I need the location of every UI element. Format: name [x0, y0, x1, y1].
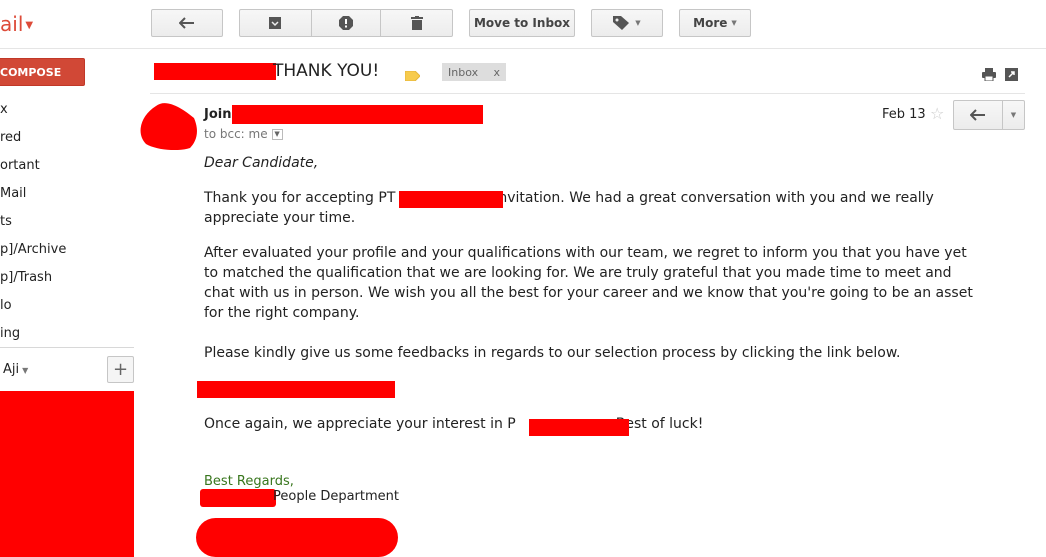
email-subject: THANK YOU!	[273, 61, 380, 81]
recipients-text: to bcc: me	[204, 127, 268, 141]
redacted-sender-email	[232, 105, 483, 124]
redacted-feedback-link[interactable]	[197, 381, 395, 398]
sidebar-divider	[0, 347, 134, 348]
reply-button-group: ▼	[953, 100, 1025, 130]
redacted-signature-company	[200, 489, 276, 507]
body-paragraph-2-line-1: After evaluated your profile and your qu…	[204, 245, 967, 261]
sidebar-item-inbox[interactable]: x	[0, 102, 8, 117]
remove-label-icon[interactable]: x	[493, 66, 500, 79]
closing-regards: Best Regards,	[204, 474, 294, 489]
user-name-label: Aji	[3, 362, 20, 377]
chevron-down-icon: ▼	[25, 20, 34, 31]
sender-name-text: Join	[204, 107, 232, 122]
chevron-down-icon: ▼	[1010, 111, 1017, 119]
more-button[interactable]: More ▼	[679, 9, 751, 37]
body-paragraph-2-line-3: chat with us in person. We wish you all …	[204, 285, 973, 301]
redacted-chat-list	[0, 391, 134, 557]
reply-options-button[interactable]: ▼	[1003, 101, 1024, 129]
star-icon[interactable]: ☆	[930, 104, 944, 123]
top-toolbar: ail ▼ Move to Inbox ▼ More ▼	[0, 0, 1046, 49]
report-spam-button[interactable]	[312, 10, 382, 36]
para4-text-before: Once again, we appreciate your interest …	[204, 416, 516, 432]
add-contact-button[interactable]: +	[107, 356, 134, 383]
redacted-subject-prefix	[154, 63, 276, 80]
para1-text-after: nvitation. We had a great conversation w…	[498, 190, 934, 206]
sender-avatar[interactable]	[138, 102, 198, 154]
sidebar-item-drafts[interactable]: ts	[0, 214, 12, 229]
back-arrow-icon	[179, 17, 194, 29]
body-paragraph-1-line-1: Thank you for accepting PT nvitation. We …	[204, 188, 934, 208]
body-paragraph-2-line-4: for the right company.	[204, 305, 360, 321]
chevron-down-icon: ▼	[22, 366, 29, 375]
para1-text-before: Thank you for accepting PT	[204, 190, 396, 206]
message-date: Feb 13	[882, 107, 926, 122]
sidebar-item-trash[interactable]: p]/Trash	[0, 270, 52, 285]
sidebar-item-todo[interactable]: lo	[0, 298, 12, 313]
important-marker-icon[interactable]	[404, 66, 421, 85]
sidebar-item-pending[interactable]: ing	[0, 326, 20, 341]
redacted-company-name-2	[529, 419, 629, 436]
move-to-inbox-button[interactable]: Move to Inbox	[469, 9, 575, 37]
compose-button[interactable]: COMPOSE	[0, 58, 85, 86]
greeting-line: Dear Candidate,	[204, 155, 319, 171]
redacted-company-name	[399, 191, 503, 208]
sidebar-item-archive[interactable]: p]/Archive	[0, 242, 66, 257]
body-paragraph-3: Please kindly give us some feedbacks in …	[204, 345, 901, 361]
plus-icon: +	[112, 359, 129, 380]
more-label: More	[693, 16, 728, 30]
signature-department: People Department	[273, 489, 399, 504]
inbox-label-chip[interactable]: Inbox x	[442, 63, 506, 81]
archive-icon	[269, 17, 282, 29]
print-icon[interactable]	[982, 66, 996, 85]
hangouts-user[interactable]: Aji ▼	[3, 362, 28, 377]
recipients-line: to bcc: me ▼	[204, 127, 283, 141]
chevron-down-icon: ▼	[731, 19, 737, 27]
reply-arrow-icon	[970, 109, 985, 121]
spam-icon	[339, 16, 353, 30]
sidebar-item-starred[interactable]: red	[0, 130, 21, 145]
archive-button[interactable]	[240, 10, 312, 36]
body-paragraph-1-line-2: appreciate your time.	[204, 210, 356, 226]
action-button-group	[239, 9, 453, 37]
sidebar-item-sent-mail[interactable]: Mail	[0, 186, 26, 201]
delete-button[interactable]	[381, 10, 452, 36]
open-new-window-icon[interactable]	[1005, 66, 1018, 85]
show-details-icon[interactable]: ▼	[271, 128, 283, 140]
label-tag-icon	[613, 16, 630, 30]
subject-divider	[150, 93, 1025, 94]
sender-name[interactable]: Join	[204, 107, 231, 122]
gmail-logo[interactable]: ail ▼	[0, 12, 33, 36]
body-paragraph-2-line-2: to matched the qualification that we are…	[204, 265, 952, 281]
move-to-inbox-label: Move to Inbox	[473, 16, 571, 30]
logo-text: ail	[0, 12, 24, 36]
sidebar-item-important[interactable]: ortant	[0, 158, 40, 173]
trash-icon	[410, 16, 423, 30]
labels-button[interactable]: ▼	[591, 9, 663, 37]
label-chip-text: Inbox	[448, 65, 479, 79]
reply-button[interactable]	[954, 101, 1003, 129]
redacted-signature-image	[196, 518, 398, 557]
back-button[interactable]	[151, 9, 223, 37]
compose-label: COMPOSE	[0, 65, 62, 79]
chevron-down-icon: ▼	[635, 19, 641, 27]
